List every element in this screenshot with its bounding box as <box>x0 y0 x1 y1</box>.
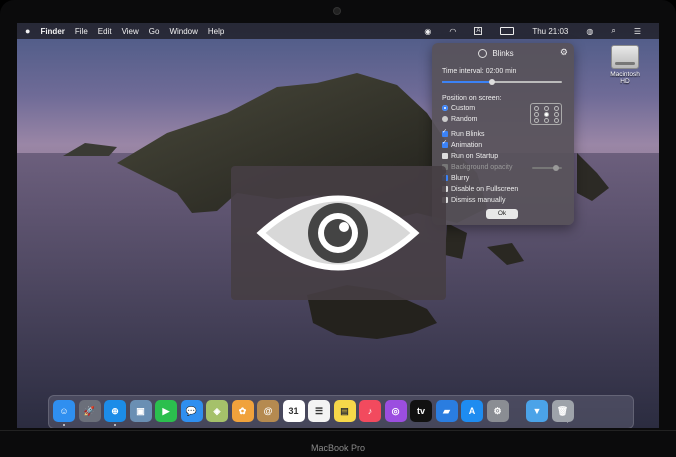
gear-icon[interactable]: ⚙ <box>560 47 568 58</box>
trash-icon[interactable]: 🗑 <box>551 400 574 422</box>
app-store-icon[interactable]: A <box>461 400 483 422</box>
option-background-opacity: Background opacity <box>442 164 512 171</box>
clock[interactable]: Thu 21:03 <box>532 27 568 36</box>
position-option-random[interactable]: Random <box>442 116 477 123</box>
running-indicator <box>114 424 116 426</box>
keynote-icon[interactable]: ▰ <box>435 400 458 422</box>
checkbox-run-blinks[interactable] <box>442 128 448 138</box>
tv-icon[interactable]: tv <box>410 400 432 422</box>
radio-random[interactable] <box>442 116 448 123</box>
user-icon[interactable]: ◍ <box>586 27 593 36</box>
finder-icon[interactable]: ☺ <box>53 400 75 422</box>
position-grid[interactable] <box>530 103 562 125</box>
checkbox-run-on-startup[interactable] <box>442 153 448 160</box>
running-indicator <box>63 424 65 426</box>
option-dismiss-manually[interactable]: Dismiss manually <box>442 197 505 204</box>
menu-view[interactable]: View <box>122 27 139 36</box>
time-interval-fill <box>442 81 493 83</box>
option-disable-on-fullscreen[interactable]: Disable on Fullscreen <box>442 186 518 193</box>
menu-edit[interactable]: Edit <box>98 27 112 36</box>
desktop-screen: ● Finder File Edit View Go Window Help ◉… <box>17 23 659 428</box>
apple-menu-icon[interactable]: ● <box>25 26 30 36</box>
menu-file[interactable]: File <box>75 27 88 36</box>
podcasts-icon[interactable]: ◎ <box>384 400 407 422</box>
blinks-panel: Blinks ⚙ Time interval: 02:00 min Positi… <box>432 43 574 225</box>
facetime-icon[interactable]: ▶ <box>155 400 177 422</box>
hard-drive-icon[interactable] <box>611 45 639 69</box>
system-preferences-icon[interactable]: ⚙ <box>486 400 509 422</box>
option-blurry[interactable]: Blurry <box>442 172 470 182</box>
contacts-icon[interactable]: @ <box>257 400 279 422</box>
notification-center-icon[interactable]: ☰ <box>634 27 641 36</box>
background-opacity-label: Background opacity <box>451 164 513 171</box>
opacity-knob <box>553 165 559 171</box>
disable-on-fullscreen-label: Disable on Fullscreen <box>451 186 519 193</box>
position-random-label: Random <box>451 116 478 123</box>
option-run-on-startup[interactable]: Run on Startup <box>442 153 498 160</box>
run-on-startup-label: Run on Startup <box>451 153 499 160</box>
blink-overlay <box>231 166 446 300</box>
spotlight-icon[interactable]: ⌕ <box>611 26 615 36</box>
device-label: MacBook Pro <box>310 443 366 453</box>
eye-icon <box>256 195 420 271</box>
ok-button[interactable]: Ok <box>486 209 518 219</box>
run-blinks-label: Run Blinks <box>451 131 485 138</box>
dismiss-manually-label: Dismiss manually <box>451 197 506 204</box>
blinks-eye-icon[interactable]: ◉ <box>424 27 431 36</box>
notes-icon[interactable]: ▤ <box>333 400 356 422</box>
checkbox-animation[interactable] <box>442 139 448 149</box>
position-option-custom[interactable]: Custom <box>442 105 475 112</box>
blurry-label: Blurry <box>451 175 470 182</box>
launchpad-icon[interactable]: 🚀 <box>78 400 101 422</box>
music-icon[interactable]: ♪ <box>359 400 381 422</box>
laptop-chin: MacBook Pro <box>0 430 676 457</box>
disk-label: Macintosh HD <box>610 71 640 85</box>
downloads-folder-icon[interactable]: ▼ <box>526 400 548 422</box>
time-interval-label: Time interval: 02:00 min <box>442 68 517 75</box>
wifi-icon[interactable]: ◠ <box>449 27 456 36</box>
radio-custom[interactable] <box>442 105 448 112</box>
menu-window[interactable]: Window <box>169 27 197 36</box>
battery-icon[interactable] <box>500 27 515 35</box>
menu-app-name[interactable]: Finder <box>40 27 64 36</box>
camera <box>334 8 340 14</box>
maps-icon[interactable]: ◈ <box>206 400 228 422</box>
time-interval-slider[interactable] <box>442 79 562 85</box>
reminders-icon[interactable]: ☰ <box>308 400 330 422</box>
safari-icon[interactable]: ⊕ <box>104 400 126 422</box>
animation-label: Animation <box>451 142 483 149</box>
position-custom-label: Custom <box>451 105 476 112</box>
position-label: Position on screen: <box>442 95 502 102</box>
photos-icon[interactable]: ✿ <box>231 400 254 422</box>
input-source-icon[interactable]: A <box>474 27 483 35</box>
option-animation[interactable]: Animation <box>442 139 483 149</box>
desktop-disk[interactable]: Macintosh HD <box>607 45 643 85</box>
option-run-blinks[interactable]: Run Blinks <box>442 128 485 138</box>
menu-help[interactable]: Help <box>208 27 224 36</box>
preview-icon[interactable]: ▣ <box>129 400 152 422</box>
dock: ☺ 🚀 ⊕ ▣ ▶ 💬 ◈ ✿ @31 ☰ ▤ ♪ ◎ tv ▰ A ⚙ ▼ 🗑 <box>48 395 634 428</box>
menu-go[interactable]: Go <box>149 27 160 36</box>
panel-title: Blinks <box>492 49 514 58</box>
messages-icon[interactable]: 💬 <box>180 400 203 422</box>
opacity-slider <box>532 165 562 171</box>
time-interval-knob[interactable] <box>489 79 496 85</box>
menu-bar: ● Finder File Edit View Go Window Help ◉… <box>17 23 659 39</box>
calendar-icon[interactable]: 31 <box>282 400 305 422</box>
